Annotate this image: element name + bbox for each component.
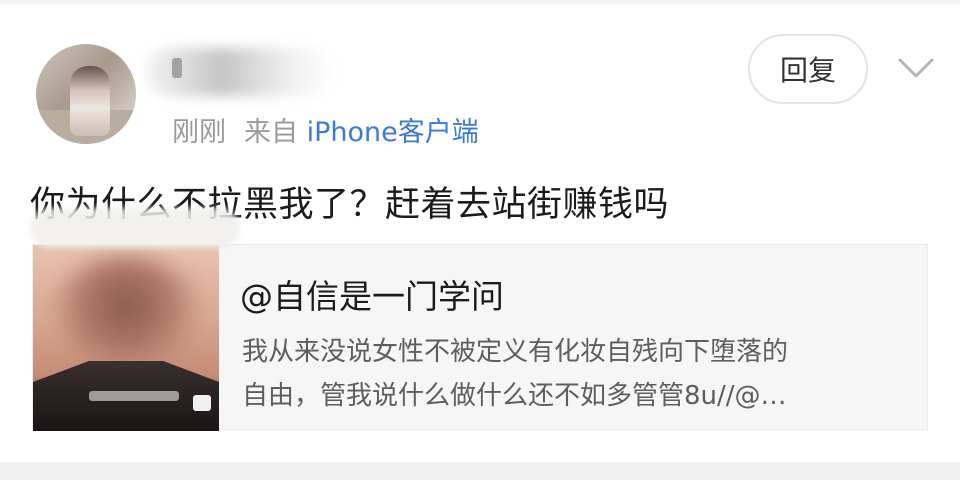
thumbnail-face-blurred xyxy=(51,257,201,367)
chevron-down-icon[interactable] xyxy=(896,52,936,82)
quoted-description-line-1: 我从来没说女性不被定义有化妆自残向下堕落的 xyxy=(242,337,789,367)
quoted-description: 我从来没说女性不被定义有化妆自残向下堕落的 自由，管我说什么做什么还不如多管管8… xyxy=(242,330,922,418)
avatar[interactable] xyxy=(36,44,136,144)
thumbs-up-icon xyxy=(193,395,211,411)
quoted-description-line-2: 自由，管我说什么做什么还不如多管管8u//@… xyxy=(242,381,787,411)
source-prefix: 来自 xyxy=(244,117,298,148)
quoted-thumbnail[interactable] xyxy=(33,245,219,431)
reply-button[interactable]: 回复 xyxy=(748,34,868,104)
quoted-title[interactable]: @自信是一门学问 xyxy=(240,270,504,318)
username-fragment xyxy=(172,58,182,78)
source-link[interactable]: iPhone客户端 xyxy=(307,117,479,148)
top-divider xyxy=(0,0,960,4)
timestamp: 刚刚 xyxy=(172,117,226,148)
redaction-scribble xyxy=(30,208,240,248)
avatar-figure xyxy=(70,66,110,136)
post-meta: 刚刚 来自 iPhone客户端 xyxy=(172,110,479,149)
thumbnail-caption xyxy=(89,391,179,401)
bottom-divider xyxy=(0,462,960,480)
